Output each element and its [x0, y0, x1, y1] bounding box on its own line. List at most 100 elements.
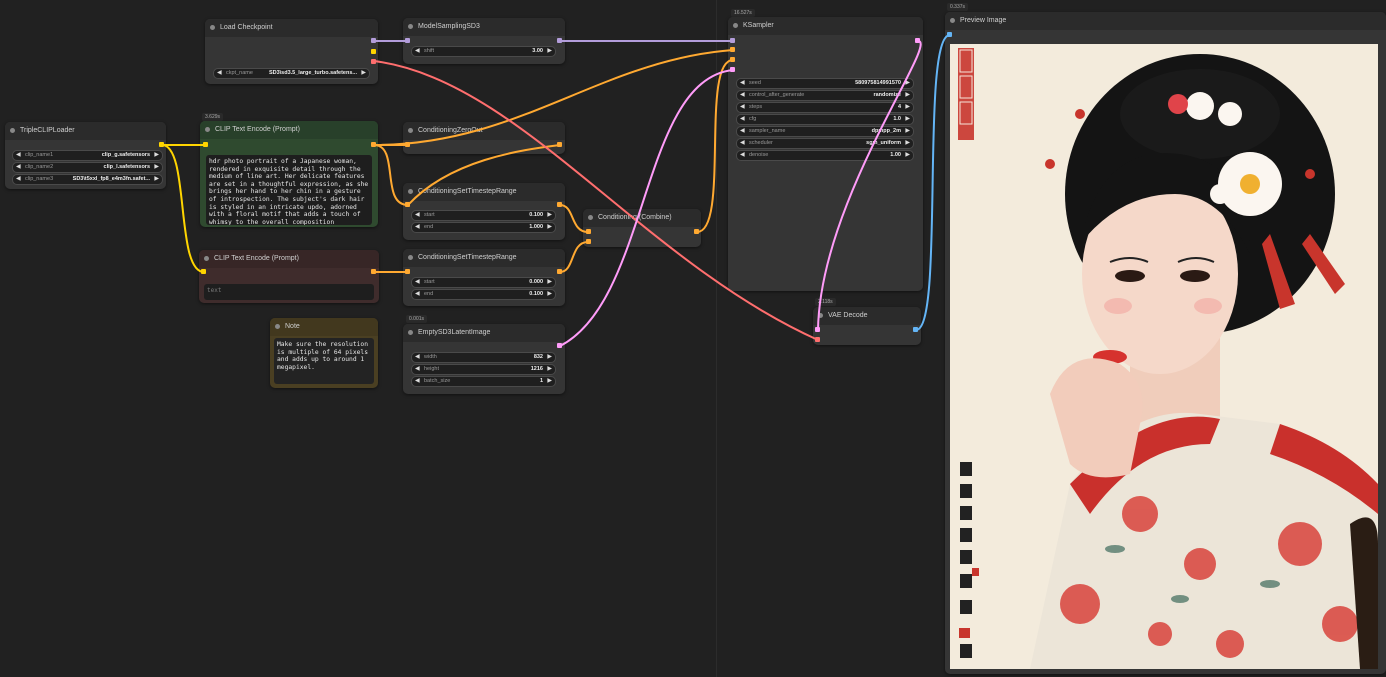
node-title[interactable]: Preview Image — [945, 12, 1386, 30]
scheduler-combo[interactable]: ◀ scheduler sgm_uniform ▶ — [736, 138, 914, 149]
conditioning-zero-out-node[interactable]: ConditioningZeroOut — [403, 122, 565, 154]
left-arrow-icon[interactable]: ◀ — [16, 175, 21, 184]
right-arrow-icon[interactable]: ▶ — [154, 163, 159, 172]
node-title[interactable]: ConditioningZeroOut — [403, 122, 565, 140]
left-arrow-icon[interactable]: ◀ — [740, 151, 745, 160]
clip-text-encode-positive-node[interactable]: CLIP Text Encode (Prompt) hdr photo port… — [200, 121, 378, 227]
model-input-port[interactable] — [730, 38, 735, 43]
clip-input-port[interactable] — [203, 142, 208, 147]
conditioning-output-port[interactable] — [371, 142, 376, 147]
collapse-dot-icon[interactable] — [205, 127, 210, 132]
right-arrow-icon[interactable]: ▶ — [905, 115, 910, 124]
node-graph-canvas[interactable]: TripleCLIPLoader ◀ clip_name1 clip_g.safet… — [0, 0, 1386, 677]
node-title[interactable]: Conditioning (Combine) — [583, 209, 701, 227]
left-arrow-icon[interactable]: ◀ — [415, 377, 420, 386]
left-arrow-icon[interactable]: ◀ — [415, 223, 420, 232]
collapse-dot-icon[interactable] — [204, 256, 209, 261]
batch-size-number-widget[interactable]: ◀ batch_size 1 ▶ — [411, 376, 556, 387]
conditioning-output-port[interactable] — [371, 269, 376, 274]
control-after-generate-combo[interactable]: ◀ control_after_generate randomize ▶ — [736, 90, 914, 101]
collapse-dot-icon[interactable] — [408, 255, 413, 260]
clip-name2-combo[interactable]: ◀ clip_name2 clip_l.safetensors ▶ — [12, 162, 163, 173]
conditioning-input-port[interactable] — [586, 239, 591, 244]
width-number-widget[interactable]: ◀ width 832 ▶ — [411, 352, 556, 363]
prompt-textarea[interactable]: hdr photo portrait of a Japanese woman, … — [206, 155, 372, 225]
collapse-dot-icon[interactable] — [733, 23, 738, 28]
node-title[interactable]: ConditioningSetTimestepRange — [403, 249, 565, 267]
start-number-widget[interactable]: ◀ start 0.000 ▶ — [411, 277, 556, 288]
node-title[interactable]: Note — [270, 318, 378, 336]
sampler-name-combo[interactable]: ◀ sampler_name dpmpp_2m ▶ — [736, 126, 914, 137]
model-output-port[interactable] — [557, 38, 562, 43]
vae-input-port[interactable] — [815, 337, 820, 342]
cfg-number-widget[interactable]: ◀ cfg 1.0 ▶ — [736, 114, 914, 125]
right-arrow-icon[interactable]: ▶ — [905, 91, 910, 100]
model-input-port[interactable] — [405, 38, 410, 43]
right-arrow-icon[interactable]: ▶ — [154, 175, 159, 184]
image-output-port[interactable] — [913, 327, 918, 332]
node-title[interactable]: VAE Decode — [813, 307, 921, 325]
collapse-dot-icon[interactable] — [588, 215, 593, 220]
right-arrow-icon[interactable]: ▶ — [905, 79, 910, 88]
height-number-widget[interactable]: ◀ height 1216 ▶ — [411, 364, 556, 375]
clip-output-port[interactable] — [159, 142, 164, 147]
ckpt-name-combo[interactable]: ◀ ckpt_name SD3\sd3.5_large_turbo.safetens… — [213, 68, 370, 79]
node-title[interactable]: ModelSamplingSD3 — [403, 18, 565, 36]
right-arrow-icon[interactable]: ▶ — [905, 151, 910, 160]
model-output-port[interactable] — [371, 38, 376, 43]
left-arrow-icon[interactable]: ◀ — [740, 127, 745, 136]
left-arrow-icon[interactable]: ◀ — [415, 47, 420, 56]
node-title[interactable]: EmptySD3LatentImage — [403, 324, 565, 342]
preview-image[interactable] — [950, 44, 1378, 669]
right-arrow-icon[interactable]: ▶ — [547, 353, 552, 362]
negative-prompt-textarea[interactable]: text — [204, 284, 374, 300]
collapse-dot-icon[interactable] — [408, 24, 413, 29]
seed-number-widget[interactable]: ◀ seed 580975814991570 ▶ — [736, 78, 914, 89]
image-input-port[interactable] — [947, 32, 952, 37]
right-arrow-icon[interactable]: ▶ — [905, 127, 910, 136]
conditioning-set-timestep-range-node-2[interactable]: ConditioningSetTimestepRange ◀ start 0.000… — [403, 249, 565, 306]
left-arrow-icon[interactable]: ◀ — [415, 353, 420, 362]
right-arrow-icon[interactable]: ▶ — [905, 103, 910, 112]
collapse-dot-icon[interactable] — [950, 18, 955, 23]
right-arrow-icon[interactable]: ▶ — [547, 211, 552, 220]
left-arrow-icon[interactable]: ◀ — [415, 365, 420, 374]
conditioning-combine-node[interactable]: Conditioning (Combine) — [583, 209, 701, 247]
shift-number-widget[interactable]: ◀ shift 3.00 ▶ — [411, 46, 556, 57]
conditioning-output-port[interactable] — [557, 142, 562, 147]
left-arrow-icon[interactable]: ◀ — [415, 211, 420, 220]
model-sampling-sd3-node[interactable]: ModelSamplingSD3 ◀ shift 3.00 ▶ — [403, 18, 565, 64]
collapse-dot-icon[interactable] — [408, 189, 413, 194]
collapse-dot-icon[interactable] — [210, 25, 215, 30]
conditioning-output-port[interactable] — [694, 229, 699, 234]
collapse-dot-icon[interactable] — [818, 313, 823, 318]
right-arrow-icon[interactable]: ▶ — [547, 365, 552, 374]
left-arrow-icon[interactable]: ◀ — [740, 115, 745, 124]
left-arrow-icon[interactable]: ◀ — [740, 139, 745, 148]
left-arrow-icon[interactable]: ◀ — [415, 290, 420, 299]
node-title[interactable]: Load Checkpoint — [205, 19, 378, 37]
start-number-widget[interactable]: ◀ start 0.100 ▶ — [411, 210, 556, 221]
vae-decode-node[interactable]: VAE Decode — [813, 307, 921, 345]
end-number-widget[interactable]: ◀ end 0.100 ▶ — [411, 289, 556, 300]
ksampler-node[interactable]: KSampler ◀ seed 580975814991570 ▶ ◀ control_… — [728, 17, 923, 291]
denoise-number-widget[interactable]: ◀ denoise 1.00 ▶ — [736, 150, 914, 161]
end-number-widget[interactable]: ◀ end 1.000 ▶ — [411, 222, 556, 233]
right-arrow-icon[interactable]: ▶ — [547, 278, 552, 287]
collapse-dot-icon[interactable] — [408, 330, 413, 335]
empty-sd3-latent-image-node[interactable]: EmptySD3LatentImage ◀ width 832 ▶ ◀ height 12… — [403, 324, 565, 394]
node-title[interactable]: CLIP Text Encode (Prompt) — [199, 250, 379, 268]
positive-input-port[interactable] — [730, 47, 735, 52]
steps-number-widget[interactable]: ◀ steps 4 ▶ — [736, 102, 914, 113]
right-arrow-icon[interactable]: ▶ — [905, 139, 910, 148]
conditioning-output-port[interactable] — [557, 202, 562, 207]
latent-input-port[interactable] — [730, 67, 735, 72]
samples-input-port[interactable] — [815, 327, 820, 332]
clip-text-encode-negative-node[interactable]: CLIP Text Encode (Prompt) text — [199, 250, 379, 303]
conditioning-input-port[interactable] — [586, 229, 591, 234]
node-title[interactable]: TripleCLIPLoader — [5, 122, 166, 140]
node-title[interactable]: KSampler — [728, 17, 923, 35]
latent-output-port[interactable] — [557, 343, 562, 348]
left-arrow-icon[interactable]: ◀ — [16, 151, 21, 160]
right-arrow-icon[interactable]: ▶ — [154, 151, 159, 160]
